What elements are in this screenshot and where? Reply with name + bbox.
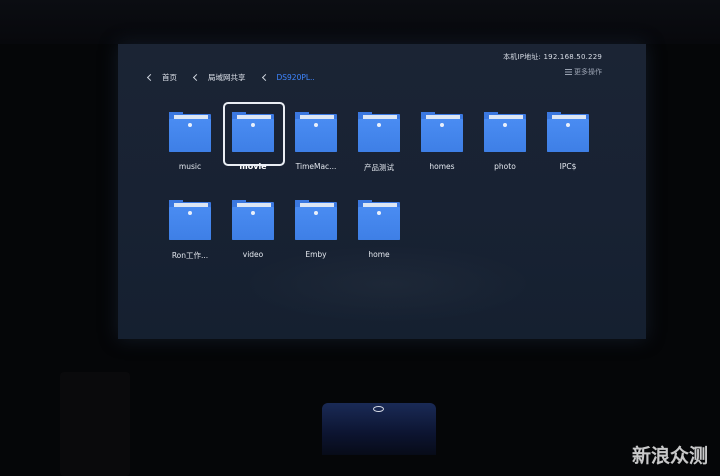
folder-icon bbox=[358, 112, 400, 152]
more-actions-label: 更多操作 bbox=[574, 68, 602, 76]
breadcrumb-home[interactable]: 首页 bbox=[146, 72, 177, 83]
breadcrumb-current[interactable]: DS920PL.. bbox=[261, 73, 315, 82]
folder-icon bbox=[169, 200, 211, 240]
breadcrumb-label: 首页 bbox=[162, 73, 177, 82]
folder-ron-work[interactable]: Ron工作... bbox=[164, 200, 216, 261]
folder-icon bbox=[484, 112, 526, 152]
projector-logo-ring bbox=[373, 406, 384, 412]
chevron-left-icon bbox=[261, 73, 269, 82]
chevron-left-icon bbox=[146, 73, 155, 82]
folder-name: Ron工作... bbox=[171, 251, 209, 260]
folder-photo[interactable]: photo bbox=[479, 112, 531, 171]
chevron-left-icon bbox=[192, 73, 201, 82]
folder-name: photo bbox=[494, 162, 516, 171]
folder-ipc[interactable]: IPC$ bbox=[542, 112, 594, 171]
dark-furniture bbox=[60, 372, 130, 476]
folder-icon bbox=[547, 112, 589, 152]
breadcrumb-lan-share[interactable]: 局域网共享 bbox=[192, 72, 246, 83]
menu-icon bbox=[565, 69, 572, 75]
projected-screen: 本机IP地址: 192.168.50.229 更多操作 首页 局域网共享 DS9… bbox=[118, 44, 646, 339]
projector-device bbox=[322, 403, 436, 455]
folder-icon bbox=[169, 112, 211, 152]
folder-name: Emby bbox=[305, 250, 327, 259]
more-actions-button[interactable]: 更多操作 bbox=[565, 67, 602, 77]
folder-icon bbox=[232, 112, 274, 152]
folder-home[interactable]: home bbox=[353, 200, 405, 259]
folder-name: music bbox=[178, 162, 202, 171]
folder-name: IPC$ bbox=[559, 162, 577, 171]
folder-icon bbox=[295, 200, 337, 240]
folder-music[interactable]: music bbox=[164, 112, 216, 171]
ip-address-label: 本机IP地址: 192.168.50.229 bbox=[503, 53, 602, 61]
breadcrumb-label: 局域网共享 bbox=[208, 73, 246, 82]
folder-homes[interactable]: homes bbox=[416, 112, 468, 171]
breadcrumb: 首页 局域网共享 DS920PL.. bbox=[146, 72, 332, 83]
folder-icon bbox=[232, 200, 274, 240]
folder-movie[interactable]: movie bbox=[223, 102, 285, 171]
folder-timemachine[interactable]: TimeMac... bbox=[290, 112, 342, 171]
folder-name: home bbox=[368, 250, 390, 259]
folder-icon bbox=[295, 112, 337, 152]
folder-name: video bbox=[242, 250, 264, 259]
folder-emby[interactable]: Emby bbox=[290, 200, 342, 259]
folder-product-test[interactable]: 产品测试 bbox=[353, 112, 405, 173]
breadcrumb-label: DS920PL.. bbox=[276, 73, 315, 82]
folder-icon bbox=[358, 200, 400, 240]
room-wall bbox=[0, 0, 720, 44]
folder-name: TimeMac... bbox=[295, 162, 337, 171]
folder-name: 产品测试 bbox=[364, 163, 394, 172]
folder-icon bbox=[421, 112, 463, 152]
folder-video[interactable]: video bbox=[227, 200, 279, 259]
watermark: 新浪众测 bbox=[631, 445, 708, 467]
folder-name: homes bbox=[429, 162, 455, 171]
